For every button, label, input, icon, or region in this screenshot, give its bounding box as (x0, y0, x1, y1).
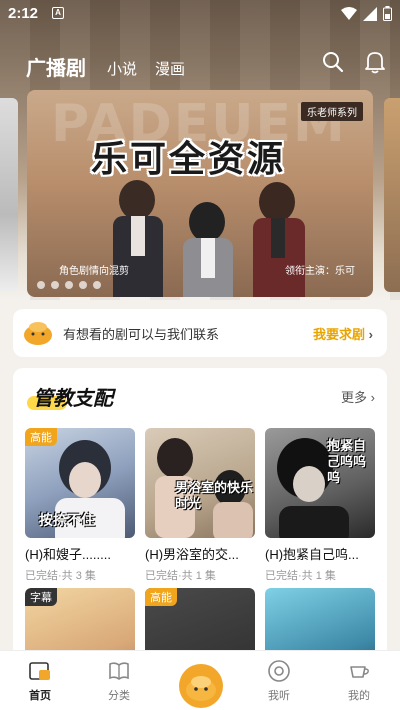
drama-cover: 男浴室的快乐时光 (145, 428, 255, 538)
tab-radio-drama[interactable]: 广播剧 (26, 52, 86, 81)
drama-meta: 已完结·共 1 集 (145, 570, 216, 582)
chevron-right-icon: › (370, 390, 375, 405)
cover-title: 抱紧自己呜呜呜 (327, 438, 367, 485)
drama-meta: 已完结·共 1 集 (265, 570, 336, 582)
banner-characters-illustration (113, 180, 305, 297)
cover-title: 按捺不住 (39, 512, 95, 528)
nav-category-label: 分类 (108, 690, 130, 702)
badge: 高能 (145, 588, 177, 606)
pagination-dot[interactable] (79, 281, 87, 289)
tab-novel[interactable]: 小说 (107, 58, 137, 79)
banner-pagination (37, 281, 101, 289)
drama-card[interactable]: 抱紧自己呜呜呜 (H)抱紧自己呜... 已完结·共 1 集 (265, 428, 375, 583)
book-icon (109, 662, 129, 680)
section-title: 管教支配 (33, 388, 113, 410)
battery-icon (383, 6, 392, 21)
badge: 字幕 (25, 588, 57, 606)
bell-icon[interactable] (364, 50, 386, 74)
mascot-icon (24, 322, 52, 345)
chevron-right-icon: › (368, 327, 373, 342)
request-drama-card[interactable]: 有想看的剧可以与我们联系 我要求剧 › (13, 309, 387, 357)
banner-series-tag: 乐老师系列 (301, 102, 363, 121)
top-navigation: 广播剧 小说 漫画 (0, 44, 400, 84)
request-drama-link[interactable]: 我要求剧 › (313, 324, 373, 343)
nav-category[interactable]: 分类 (89, 659, 149, 703)
nav-listen-label: 我听 (268, 690, 290, 702)
banner-next-peek[interactable] (384, 98, 400, 292)
home-icon (29, 662, 50, 680)
banner-prev-peek[interactable] (0, 98, 18, 292)
drama-card[interactable]: 高能 按捺不住 (H)和嫂子........ 已完结·共 3 集 (25, 428, 135, 583)
category-section: 管教支配 更多 › 高能 按捺不住 (H)和嫂子........ 已完结·共 3… (13, 368, 387, 698)
status-bar: 2:12 A (0, 0, 400, 28)
nav-listen[interactable]: 我听 (249, 659, 309, 703)
mascot-icon (186, 676, 216, 701)
banner-caption-right: 领衔主演：乐可 (285, 266, 355, 277)
request-cta-label: 我要求剧 (313, 327, 366, 342)
system-icons (341, 6, 392, 21)
cover-title: 男浴室的快乐时光 (175, 480, 254, 511)
center-mascot-button[interactable] (179, 664, 223, 708)
nav-profile-label: 我的 (348, 690, 370, 702)
pagination-dot[interactable] (93, 281, 101, 289)
drama-name: (H)和嫂子........ (25, 547, 111, 562)
badge: 高能 (25, 428, 57, 446)
disc-icon (268, 660, 290, 682)
drama-name: (H)男浴室的交... (145, 547, 239, 562)
request-text: 有想看的剧可以与我们联系 (63, 326, 220, 342)
nav-home-label: 首页 (29, 690, 51, 702)
nav-profile[interactable]: 我的 (329, 659, 389, 703)
pagination-dot[interactable] (37, 281, 45, 289)
signal-icon (363, 6, 377, 21)
drama-name: (H)抱紧自己呜... (265, 547, 359, 562)
status-time: 2:12 (8, 5, 39, 22)
drama-card[interactable]: 男浴室的快乐时光 (H)男浴室的交... 已完结·共 1 集 (145, 428, 255, 583)
drama-meta: 已完结·共 3 集 (25, 570, 96, 582)
notification-icon: A (52, 7, 64, 19)
wifi-icon (341, 6, 357, 20)
pagination-dot[interactable] (65, 281, 73, 289)
search-icon[interactable] (322, 51, 344, 73)
cup-icon (350, 666, 369, 678)
banner-carousel[interactable]: PADEUEM 乐老师系列 乐可全资源 角色剧情向混剪 领衔主演：乐可 (27, 90, 373, 297)
tab-comic[interactable]: 漫画 (155, 58, 185, 79)
more-label: 更多 (341, 390, 368, 405)
drama-cover: 抱紧自己呜呜呜 (265, 428, 375, 538)
banner-caption-left: 角色剧情向混剪 (59, 266, 129, 277)
drama-cover: 高能 按捺不住 (25, 428, 135, 538)
more-link[interactable]: 更多 › (341, 387, 375, 406)
nav-home[interactable]: 首页 (10, 659, 70, 703)
pagination-dot[interactable] (51, 281, 59, 289)
